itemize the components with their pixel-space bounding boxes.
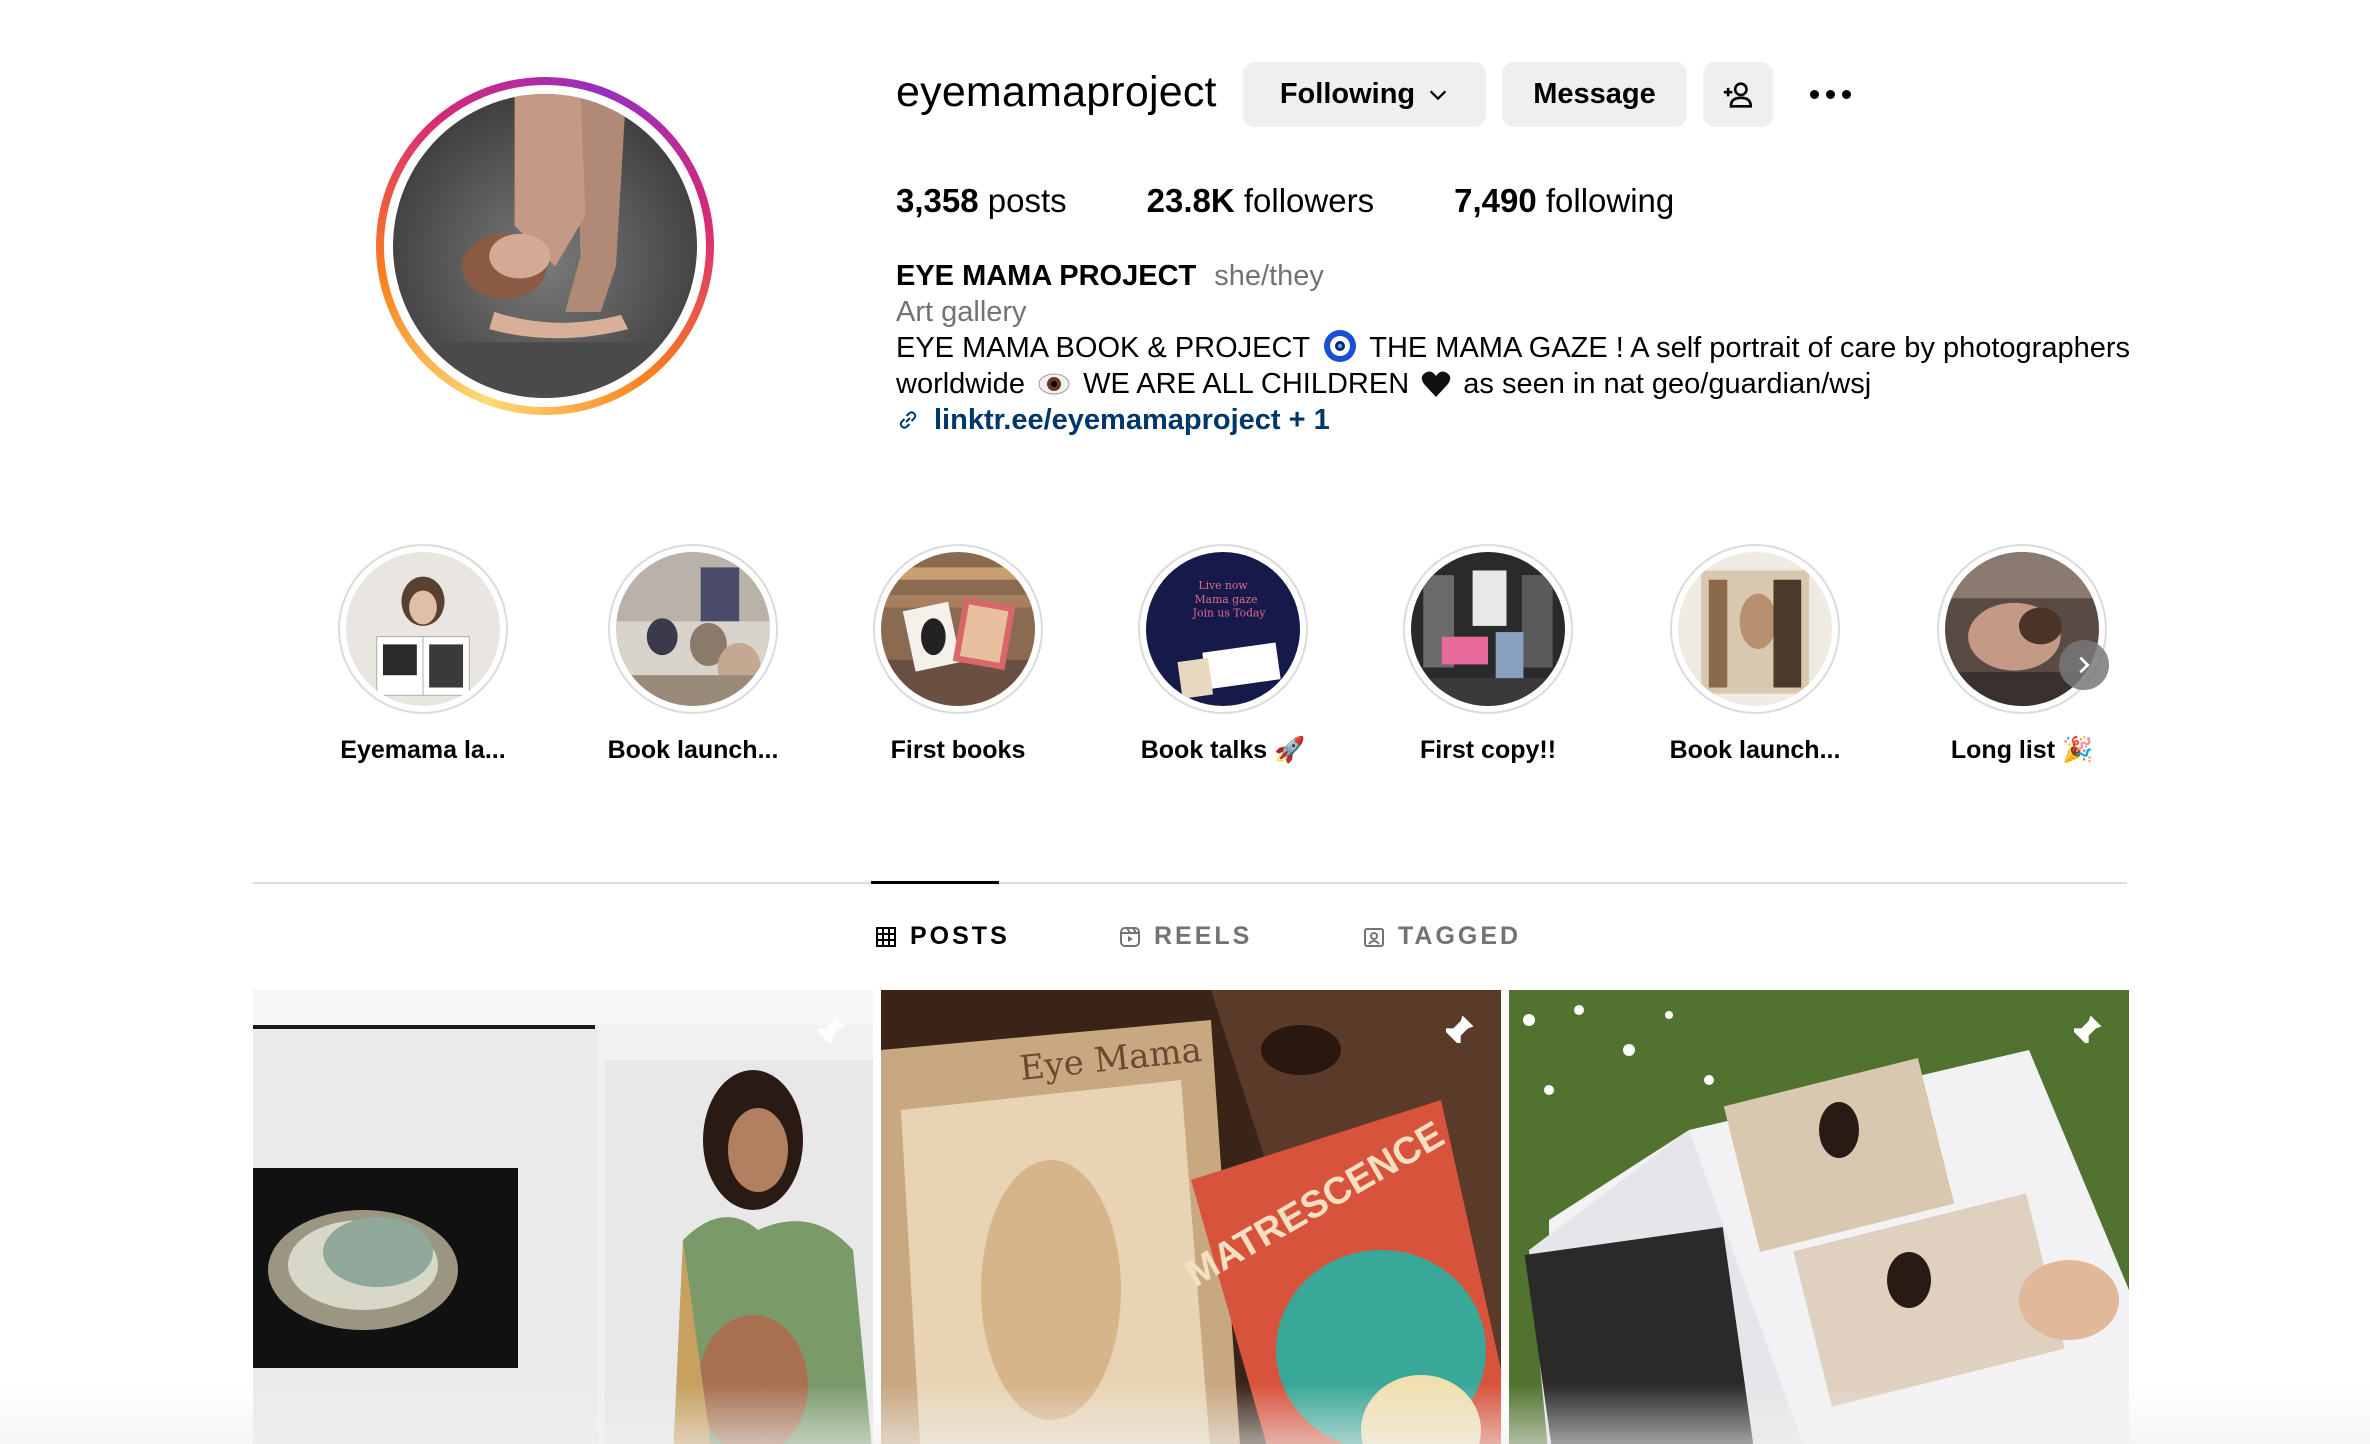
highlight-label: Book talks 🚀 <box>1140 736 1306 764</box>
highlight-ring <box>873 544 1043 714</box>
tab-tagged[interactable]: TAGGED <box>1362 922 1521 951</box>
pin-icon <box>2070 1015 2102 1047</box>
highlight-label: First books <box>890 736 1026 764</box>
following-button[interactable]: Following <box>1243 62 1486 127</box>
tab-reels[interactable]: REELS <box>1118 922 1252 951</box>
profile-bio: EYE MAMA PROJECT she/they Art gallery EYE… <box>896 258 2156 438</box>
grid-icon <box>876 926 896 947</box>
highlight-thumbnail <box>1678 552 1832 706</box>
category: Art gallery <box>896 296 1027 328</box>
profile-stats: 3,358 posts 23.8K followers 7,490 follow… <box>896 182 1754 220</box>
highlight-item[interactable]: First books <box>873 544 1043 765</box>
post-image: Eye Mama MATRESCENCE <box>881 990 1501 1444</box>
bio-text-part1: EYE MAMA BOOK & PROJECT <box>896 332 1310 364</box>
highlight-item[interactable]: Live now Mama gaze Join us Today Book ta… <box>1138 544 1308 765</box>
following-count: 7,490 <box>1454 182 1537 219</box>
highlight-ring <box>1403 544 1573 714</box>
bio-text-part4: as seen in nat geo/guardian/wsj <box>1463 368 1872 400</box>
highlight-thumbnail <box>346 552 500 706</box>
tab-tagged-label: TAGGED <box>1398 922 1522 950</box>
highlight-item[interactable]: Eyemama la... <box>338 544 508 765</box>
posts-stat: 3,358 posts <box>896 182 1067 220</box>
dot <box>1825 90 1835 99</box>
message-button-label: Message <box>1533 78 1656 110</box>
highlight-ring: Live now Mama gaze Join us Today <box>1138 544 1308 714</box>
posts-label: posts <box>987 182 1067 219</box>
highlights-next-button[interactable] <box>2059 640 2109 690</box>
pin-icon <box>814 1015 846 1047</box>
highlight-label: Eyemama la... <box>340 736 506 764</box>
dot <box>1809 90 1819 99</box>
post-image <box>253 990 873 1444</box>
highlight-label: First copy!! <box>1419 736 1557 764</box>
following-stat[interactable]: 7,490 following <box>1454 182 1674 220</box>
svg-text:Join us Today: Join us Today <box>1192 607 1267 620</box>
posts-count: 3,358 <box>896 182 979 219</box>
message-button[interactable]: Message <box>1502 62 1687 127</box>
tagged-icon <box>1364 927 1384 947</box>
bio-link[interactable]: linktr.ee/eyemamaproject + 1 <box>896 402 2156 438</box>
highlight-thumbnail <box>1411 552 1565 706</box>
followers-count: 23.8K <box>1146 182 1235 219</box>
link-icon <box>899 411 917 429</box>
black-heart-icon <box>1421 371 1451 397</box>
highlight-thumbnail: Live now Mama gaze Join us Today <box>1146 552 1300 706</box>
following-label: following <box>1545 182 1675 219</box>
display-name: EYE MAMA PROJECT <box>896 260 1197 292</box>
bio-link-text: linktr.ee/eyemamaproject + 1 <box>934 404 1330 436</box>
reels-icon <box>1120 926 1140 947</box>
highlight-item[interactable]: Book launch... <box>608 544 778 765</box>
highlight-thumbnail <box>616 552 770 706</box>
followers-label: followers <box>1243 182 1375 219</box>
chevron-right-icon <box>2079 656 2090 674</box>
post-thumbnail[interactable] <box>1509 990 2129 1444</box>
highlight-thumbnail <box>881 552 1035 706</box>
avatar-border <box>384 85 706 407</box>
chevron-down-icon <box>1430 90 1447 100</box>
post-thumbnail[interactable]: Eye Mama MATRESCENCE <box>881 990 1501 1444</box>
tab-posts-label: POSTS <box>910 922 1010 950</box>
highlight-ring <box>338 544 508 714</box>
bio-text: EYE MAMA BOOK & PROJECT THE MAMA GAZE ! … <box>896 330 2156 402</box>
highlight-ring <box>1670 544 1840 714</box>
tabs-divider <box>253 882 2127 884</box>
nazar-eye-icon <box>1323 330 1356 362</box>
avatar-photo <box>393 94 697 398</box>
svg-text:Live now: Live now <box>1198 579 1248 592</box>
svg-text:Mama gaze: Mama gaze <box>1195 593 1258 606</box>
highlight-label: Book launch... <box>607 736 779 764</box>
highlight-item[interactable]: Book launch... <box>1670 544 1840 765</box>
tab-reels-label: REELS <box>1154 922 1253 950</box>
following-button-label: Following <box>1279 78 1416 110</box>
tab-posts[interactable]: POSTS <box>874 922 1010 951</box>
bio-text-part3: WE ARE ALL CHILDREN <box>1083 368 1410 400</box>
highlight-item[interactable]: First copy!! <box>1403 544 1573 765</box>
highlight-label: Long list 🎉 <box>1950 736 2094 764</box>
suggest-users-button[interactable] <box>1703 62 1773 127</box>
highlight-label: Book launch... <box>1669 736 1841 764</box>
username: eyemamaproject <box>896 68 1217 116</box>
pronouns: she/they <box>1214 260 1324 292</box>
post-thumbnail[interactable] <box>253 990 873 1444</box>
post-image <box>1509 990 2129 1444</box>
followers-stat[interactable]: 23.8K followers <box>1147 182 1374 220</box>
dot <box>1841 90 1851 99</box>
eye-icon <box>1038 373 1070 395</box>
active-tab-indicator <box>871 881 999 884</box>
highlight-ring <box>608 544 778 714</box>
profile-avatar[interactable] <box>376 77 714 415</box>
add-user-icon <box>1723 81 1753 108</box>
more-options-button[interactable] <box>1800 72 1860 117</box>
pin-icon <box>1442 1015 1474 1047</box>
